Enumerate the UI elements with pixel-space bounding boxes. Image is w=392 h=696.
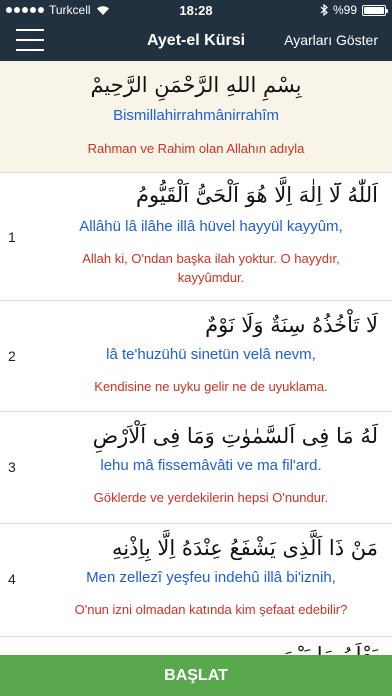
hamburger-icon[interactable]: [16, 29, 44, 51]
basmala-arabic: بِسْمِ اللهِ الرَّحْمَنِ الرَّحِيمْ: [90, 73, 302, 97]
signal-icon: [6, 7, 44, 13]
verse-arabic: مَنْ ذَا اَلَّذِى يَشْفَعُ عِنْدَهُ اِلَ…: [112, 536, 378, 560]
verse-transliteration: lehu mâ fissemâvâti ve ma fil'ard.: [100, 457, 322, 474]
verse-meaning: Kendisine ne uyku gelir ne de uyuklama.: [94, 379, 328, 394]
basmala-meaning: Rahman ve Rahim olan Allahın adıyla: [87, 141, 305, 156]
verse-row[interactable]: 1 اَللّٰهُ لَٓا اِلٰهَ اِلَّا هُوَ اَلْح…: [0, 173, 392, 301]
verse-row[interactable]: يَعْلَمُ مَا بَيْنَ: [0, 637, 392, 655]
verse-row[interactable]: 4 مَنْ ذَا اَلَّذِى يَشْفَعُ عِنْدَهُ اِ…: [0, 524, 392, 637]
verse-number: 2: [8, 348, 16, 364]
verse-meaning: Allah ki, O'ndan başka ilah yoktur. O ha…: [82, 251, 340, 285]
verse-transliteration: lâ te'huzühü sinetün velâ nevm,: [106, 346, 316, 363]
verse-number: 1: [8, 229, 16, 245]
top-bar: Turkcell 18:28 %99 Ayet-el Kürsi Ayarlar…: [0, 0, 392, 61]
verse-arabic: اَللّٰهُ لَٓا اِلٰهَ اِلَّا هُوَ اَلْحَى…: [135, 183, 378, 207]
show-settings-button[interactable]: Ayarları Göster: [284, 32, 378, 48]
verse-transliteration: Allâhü lâ ilâhe illâ hüvel hayyül kayyûm…: [79, 218, 343, 235]
verse-transliteration: Men zellezî yeşfeu indehû illâ bi'iznih,: [86, 569, 336, 586]
status-bar: Turkcell 18:28 %99: [0, 0, 392, 20]
verse-list[interactable]: بِسْمِ اللهِ الرَّحْمَنِ الرَّحِيمْ Bism…: [0, 61, 392, 655]
basmala-transliteration: Bismillahirrahmânirrahîm: [113, 107, 279, 124]
verse-arabic: لَا تَاْخُذُهُ سِنَةٌ وَلَا نَوْمٌ: [205, 313, 378, 337]
battery-percent: %99: [332, 3, 357, 17]
verse-number: 3: [8, 459, 16, 475]
carrier-name: Turkcell: [49, 3, 91, 17]
verse-arabic: لَهُ مَا فِى اَلسَّمٰوٰتِ وَمَا فِى اَلْ…: [92, 424, 378, 448]
verse-meaning: O'nun izni olmadan katında kim şefaat ed…: [74, 602, 348, 617]
verse-arabic: يَعْلَمُ مَا بَيْنَ: [281, 643, 378, 655]
basmala-block: بِسْمِ اللهِ الرَّحْمَنِ الرَّحِيمْ Bism…: [0, 61, 392, 173]
navbar: Ayet-el Kürsi Ayarları Göster: [0, 20, 392, 61]
verse-row[interactable]: 3 لَهُ مَا فِى اَلسَّمٰوٰتِ وَمَا فِى اَ…: [0, 412, 392, 524]
wifi-icon: [96, 5, 109, 15]
verse-row[interactable]: 2 لَا تَاْخُذُهُ سِنَةٌ وَلَا نَوْمٌ lâ …: [0, 301, 392, 412]
verse-meaning: Göklerde ve yerdekilerin hepsi O'nundur.: [93, 490, 329, 505]
battery-icon: [362, 4, 388, 16]
start-button[interactable]: BAŞLAT: [0, 655, 392, 696]
verse-number: 4: [8, 571, 16, 587]
bluetooth-icon: [320, 4, 328, 16]
